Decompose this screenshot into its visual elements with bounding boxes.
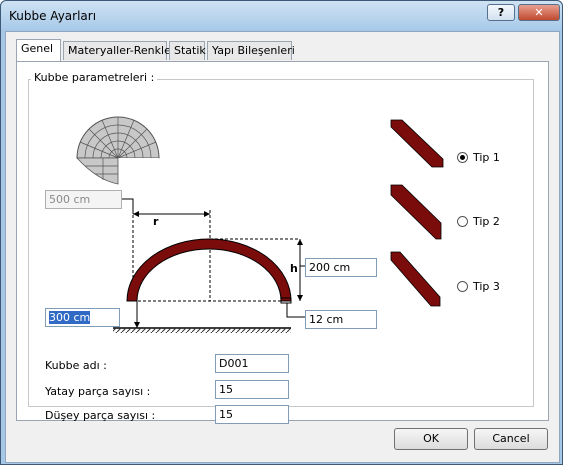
- type-1-label: Tip 1: [473, 151, 500, 164]
- radio-indicator: [457, 281, 468, 292]
- type-3-label: Tip 3: [473, 280, 500, 293]
- height-field[interactable]: 200 cm: [305, 258, 377, 277]
- dome-grid-icon: [76, 116, 160, 185]
- tab-panel-genel: Kubbe parametreleri : r h 500 cm 300 cm …: [16, 61, 549, 424]
- type-2-radio[interactable]: Tip 2: [457, 215, 500, 228]
- vertical-count-field[interactable]: 15: [215, 405, 289, 424]
- dialog-body: Genel Materyaller-Renkler Statik Yapı Bi…: [5, 31, 560, 463]
- tab-building-components[interactable]: Yapı Bileşenleri: [207, 41, 295, 60]
- tab-static[interactable]: Statik: [169, 41, 206, 60]
- window-title: Kubbe Ayarları: [9, 9, 97, 23]
- radio-indicator: [457, 152, 468, 163]
- help-button[interactable]: ?: [487, 4, 515, 21]
- dome-arch: [126, 238, 292, 302]
- radio-indicator: [457, 216, 468, 227]
- base-field[interactable]: 300 cm: [45, 308, 120, 327]
- close-button[interactable]: ✕: [518, 4, 560, 21]
- thickness-field[interactable]: 12 cm: [305, 310, 377, 329]
- title-bar: Kubbe Ayarları ? ✕: [1, 1, 562, 29]
- type-3-radio[interactable]: Tip 3: [457, 280, 500, 293]
- ok-button[interactable]: OK: [394, 428, 468, 450]
- dialog-window: Kubbe Ayarları ? ✕ Genel Materyaller-Ren…: [0, 0, 563, 465]
- tab-genel[interactable]: Genel: [16, 39, 61, 61]
- dome-name-label: Kubbe adı :: [45, 359, 107, 372]
- type-1-icon: [390, 119, 444, 168]
- group-label: Kubbe parametreleri :: [31, 71, 158, 84]
- type-1-radio[interactable]: Tip 1: [457, 151, 500, 164]
- cancel-button[interactable]: Cancel: [474, 428, 548, 450]
- type-3-icon: [390, 251, 441, 307]
- type-2-icon: [390, 184, 442, 240]
- type-2-label: Tip 2: [473, 215, 500, 228]
- dome-name-field[interactable]: D001: [215, 354, 289, 373]
- tab-materials-colors[interactable]: Materyaller-Renkler: [63, 41, 175, 60]
- horizontal-count-label: Yatay parça sayısı :: [45, 385, 151, 398]
- height-label: h: [290, 262, 298, 275]
- radius-label: r: [153, 215, 159, 228]
- vertical-count-label: Düşey parça sayısı :: [45, 409, 156, 422]
- horizontal-count-field[interactable]: 15: [215, 380, 289, 399]
- radius-field[interactable]: 500 cm: [45, 190, 122, 209]
